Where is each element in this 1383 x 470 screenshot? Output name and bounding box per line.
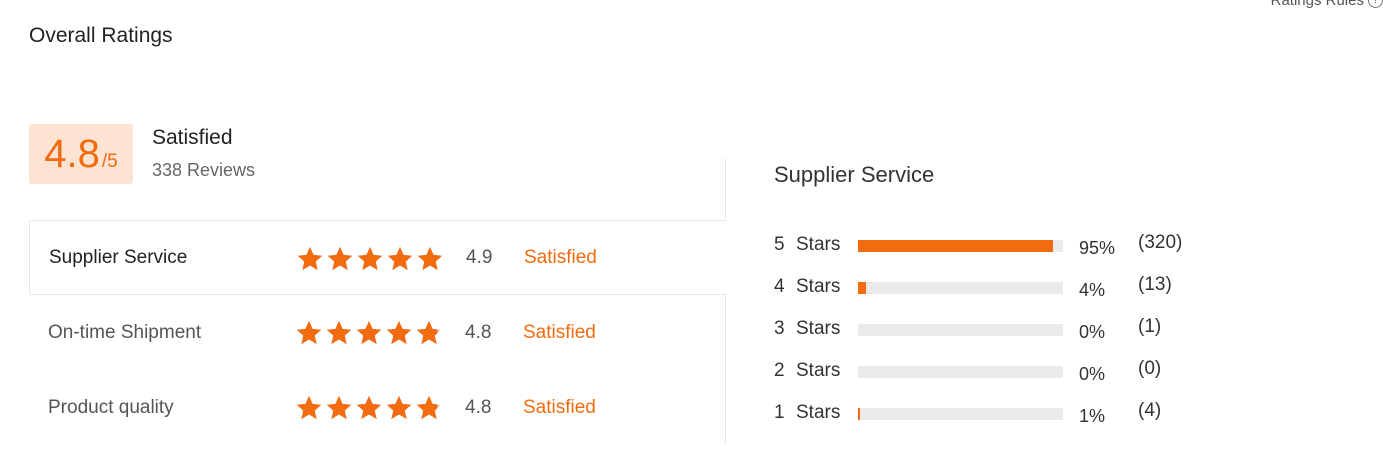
distribution-row-2-stars: 2 Stars 0% (0) <box>774 358 1214 384</box>
distribution-bar-fill <box>858 282 867 294</box>
category-row-product-quality[interactable]: Product quality 4.8 Satisfied <box>29 370 726 445</box>
star-level: 5 <box>774 234 785 255</box>
overall-score-max: /5 <box>101 151 118 172</box>
overall-score-badge: 4.8 /5 <box>29 124 133 184</box>
star-icon <box>296 395 322 420</box>
star-icon <box>386 395 412 420</box>
distribution-percent: 0% <box>1079 322 1106 342</box>
category-label: Supplier Service <box>49 246 188 268</box>
star-level: 1 <box>774 402 785 423</box>
star-level-label: Stars <box>796 360 841 381</box>
star-icon <box>356 395 382 420</box>
page-title: Overall Ratings <box>29 24 173 47</box>
distribution-row-3-stars: 3 Stars 0% (1) <box>774 316 1214 342</box>
star-icon <box>416 395 442 420</box>
star-level-label: Stars <box>796 234 841 255</box>
distribution-count: (0) <box>1138 358 1162 379</box>
star-icon <box>357 246 383 271</box>
distribution-bar-fill <box>858 408 861 420</box>
distribution-count: (1) <box>1138 316 1162 337</box>
star-icon <box>327 246 353 271</box>
star-icon <box>297 246 323 271</box>
star-rating <box>295 394 443 422</box>
star-icon <box>296 320 322 345</box>
category-status: Satisfied <box>523 321 596 343</box>
overall-status: Satisfied <box>152 126 233 149</box>
category-score: 4.8 <box>465 321 492 343</box>
star-level: 4 <box>774 276 785 297</box>
distribution-percent: 0% <box>1079 364 1106 384</box>
distribution-bar-track <box>858 240 1063 252</box>
distribution-count: (320) <box>1138 232 1183 253</box>
distribution-percent: 95% <box>1079 238 1116 258</box>
distribution-count: (4) <box>1138 400 1162 421</box>
star-icon <box>386 320 412 345</box>
star-level-label: Stars <box>796 318 841 339</box>
category-row-on-time-shipment[interactable]: On-time Shipment 4.8 Satisfied <box>29 295 726 370</box>
category-label: Product quality <box>48 396 174 418</box>
star-level-label: Stars <box>796 402 841 423</box>
star-level: 3 <box>774 318 785 339</box>
distribution-bar-track <box>858 282 1063 294</box>
star-icon <box>356 320 382 345</box>
star-level: 2 <box>774 360 785 381</box>
distribution-bar-fill <box>858 240 1053 252</box>
category-score: 4.8 <box>465 396 492 418</box>
distribution-title: Supplier Service <box>774 162 935 187</box>
category-status: Satisfied <box>524 246 597 268</box>
category-status: Satisfied <box>523 396 596 418</box>
distribution-percent: 4% <box>1079 280 1106 300</box>
distribution-row-4-stars: 4 Stars 4% (13) <box>774 274 1214 300</box>
distribution-row-5-stars: 5 Stars 95% (320) <box>774 232 1214 258</box>
distribution-bar-track <box>858 408 1063 420</box>
star-level-label: Stars <box>796 276 841 297</box>
star-icon <box>417 246 443 271</box>
distribution-row-1-stars: 1 Stars 1% (4) <box>774 400 1214 426</box>
star-icon <box>326 395 352 420</box>
star-icon <box>326 320 352 345</box>
ratings-rules-label: Ratings Rules <box>1270 0 1364 9</box>
category-row-supplier-service[interactable]: Supplier Service 4.9 Satisfied <box>29 220 726 295</box>
star-icon <box>387 246 413 271</box>
star-rating <box>295 319 443 347</box>
star-rating <box>296 245 444 273</box>
overall-score: 4.8 <box>44 132 100 176</box>
category-label: On-time Shipment <box>48 321 202 343</box>
star-icon <box>416 320 442 345</box>
distribution-bar-track <box>858 366 1063 378</box>
help-circle-icon: ? <box>1368 0 1383 8</box>
category-score: 4.9 <box>466 246 493 268</box>
distribution-percent: 1% <box>1079 406 1106 426</box>
distribution-bar-track <box>858 324 1063 336</box>
ratings-rules-link[interactable]: Ratings Rules ? <box>1271 0 1383 9</box>
review-count: 338 Reviews <box>152 160 256 180</box>
distribution-count: (13) <box>1138 274 1172 295</box>
